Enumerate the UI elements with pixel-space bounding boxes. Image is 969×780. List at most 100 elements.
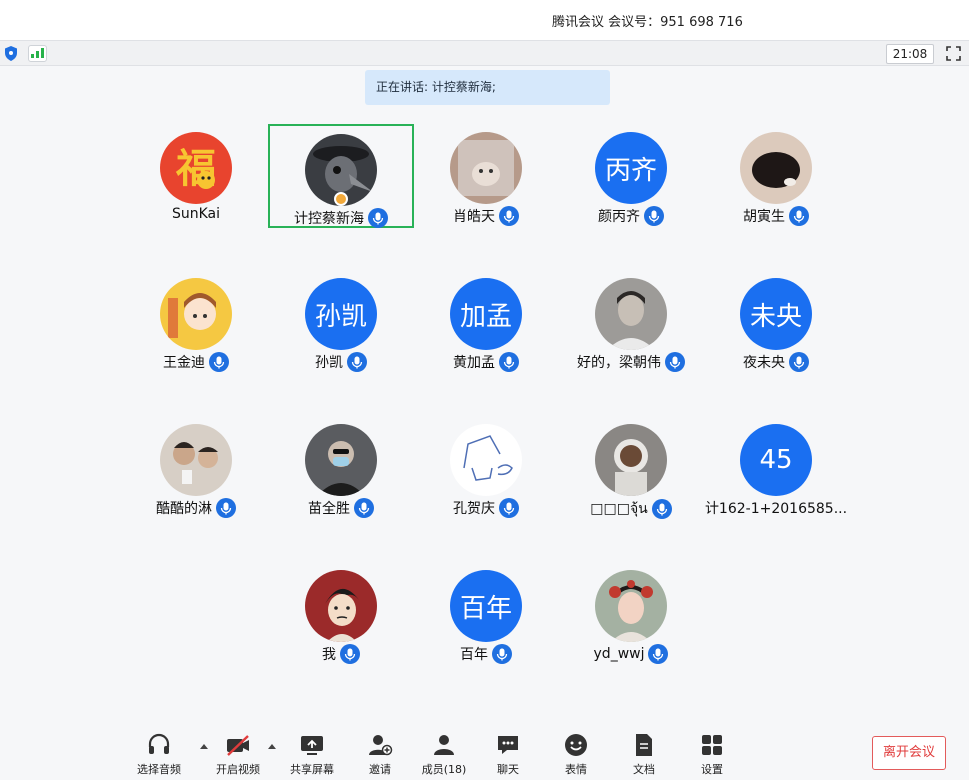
participant-name-row: 计162-1+2016585... bbox=[703, 498, 849, 518]
avatar bbox=[305, 424, 377, 496]
microphone-icon bbox=[340, 644, 360, 664]
participant-tile[interactable]: 王金迪 bbox=[123, 270, 269, 374]
participant-name-row: 计控蔡新海 bbox=[270, 208, 412, 228]
participant-name: 酷酷的淋 bbox=[156, 501, 212, 517]
avatar bbox=[595, 424, 667, 496]
chat-icon bbox=[498, 736, 518, 754]
participant-name: 好的，梁朝伟 bbox=[577, 355, 661, 371]
avatar bbox=[740, 132, 812, 204]
microphone-icon bbox=[665, 352, 685, 372]
docs-label: 文档 bbox=[633, 763, 655, 776]
participant-name: 苗全胜 bbox=[308, 501, 350, 517]
participant-name: 颜丙齐 bbox=[598, 209, 640, 225]
participant-name-row: 夜未央 bbox=[703, 352, 849, 372]
participant-tile[interactable]: 孙凯 孙凯 bbox=[268, 270, 414, 374]
members-label: 成员(18) bbox=[421, 763, 467, 776]
emoji-button[interactable]: 表情 bbox=[545, 732, 607, 777]
participant-tile[interactable]: 计控蔡新海 bbox=[268, 124, 414, 228]
participant-name-row: 孔贺庆 bbox=[413, 498, 559, 518]
participant-name: SunKai bbox=[171, 206, 221, 222]
leave-meeting-button[interactable]: 离开会议 bbox=[872, 736, 946, 770]
bottom-toolbar: 选择音频 开启视频 共享屏幕 邀请 成员(18) 聊天 表情 文档 设置 离开会… bbox=[0, 720, 969, 780]
microphone-icon bbox=[789, 352, 809, 372]
microphone-icon bbox=[216, 498, 236, 518]
audio-button[interactable]: 选择音频 bbox=[128, 732, 190, 777]
document-icon bbox=[636, 734, 652, 756]
video-caret-icon[interactable] bbox=[267, 742, 277, 750]
participant-tile[interactable]: 加孟 黄加孟 bbox=[413, 270, 559, 374]
settings-button[interactable]: 设置 bbox=[681, 732, 743, 777]
participant-tile[interactable]: 百年 百年 bbox=[413, 562, 559, 666]
video-label: 开启视频 bbox=[216, 763, 260, 776]
members-button[interactable]: 成员(18) bbox=[413, 732, 475, 777]
avatar bbox=[450, 424, 522, 496]
microphone-icon bbox=[368, 208, 388, 228]
participant-name-row: 肖皓天 bbox=[413, 206, 559, 226]
participant-tile[interactable]: 丙齐 颜丙齐 bbox=[558, 124, 704, 228]
avatar bbox=[595, 570, 667, 642]
participant-name-row: 百年 bbox=[413, 644, 559, 664]
participant-tile[interactable]: 好的，梁朝伟 bbox=[558, 270, 704, 374]
microphone-icon bbox=[492, 644, 512, 664]
participant-tile[interactable]: 胡寅生 bbox=[703, 124, 849, 228]
audio-label: 选择音频 bbox=[137, 763, 181, 776]
settings-label: 设置 bbox=[701, 763, 723, 776]
participant-tile[interactable]: 苗全胜 bbox=[268, 416, 414, 520]
share-screen-icon bbox=[301, 736, 323, 755]
share-screen-button[interactable]: 共享屏幕 bbox=[281, 732, 343, 777]
participant-name: 夜未央 bbox=[743, 355, 785, 371]
participant-tile[interactable]: yd_wwj bbox=[558, 562, 704, 666]
participant-tile[interactable]: 我 bbox=[268, 562, 414, 666]
participant-name: 孙凯 bbox=[315, 355, 343, 371]
participant-name: 百年 bbox=[460, 647, 488, 663]
participant-name-row: yd_wwj bbox=[558, 644, 704, 664]
participant-name-row: 酷酷的淋 bbox=[123, 498, 269, 518]
avatar bbox=[450, 132, 522, 204]
participant-tile[interactable]: 福 SunKai bbox=[123, 124, 269, 228]
participant-name: 黄加孟 bbox=[453, 355, 495, 371]
participant-tile[interactable]: 酷酷的淋 bbox=[123, 416, 269, 520]
participant-tile[interactable]: 肖皓天 bbox=[413, 124, 559, 228]
smile-icon bbox=[565, 734, 587, 756]
participant-name: 王金迪 bbox=[163, 355, 205, 371]
emoji-label: 表情 bbox=[565, 763, 587, 776]
participant-tile[interactable]: 未央 夜未央 bbox=[703, 270, 849, 374]
avatar: 未央 bbox=[740, 278, 812, 350]
participant-name-row: SunKai bbox=[123, 206, 269, 222]
microphone-icon bbox=[644, 206, 664, 226]
avatar: 孙凯 bbox=[305, 278, 377, 350]
participant-tile[interactable]: 孔贺庆 bbox=[413, 416, 559, 520]
chat-button[interactable]: 聊天 bbox=[477, 732, 539, 777]
video-button[interactable]: 开启视频 bbox=[207, 732, 269, 777]
avatar: 加孟 bbox=[450, 278, 522, 350]
participant-tile[interactable]: □□□จุ้น bbox=[558, 416, 704, 520]
microphone-icon bbox=[499, 498, 519, 518]
microphone-icon bbox=[499, 352, 519, 372]
invite-button[interactable]: 邀请 bbox=[349, 732, 411, 777]
cartoon-girl-icon bbox=[160, 278, 232, 350]
avatar: 丙齐 bbox=[595, 132, 667, 204]
microphone-icon bbox=[499, 206, 519, 226]
participant-name: 胡寅生 bbox=[743, 209, 785, 225]
settings-grid-icon bbox=[702, 735, 722, 755]
microphone-icon bbox=[648, 644, 669, 664]
cartoon-boy-icon bbox=[305, 570, 377, 642]
participant-name-row: 黄加孟 bbox=[413, 352, 559, 372]
avatar: 百年 bbox=[450, 570, 522, 642]
avatar bbox=[595, 278, 667, 350]
microphone-icon bbox=[789, 206, 809, 226]
video-off-icon bbox=[227, 735, 249, 756]
microphone-icon bbox=[347, 352, 367, 372]
participant-name-row: 苗全胜 bbox=[268, 498, 414, 518]
microphone-icon bbox=[209, 352, 229, 372]
participant-name: 计控蔡新海 bbox=[294, 211, 364, 227]
microphone-icon bbox=[354, 498, 374, 518]
docs-button[interactable]: 文档 bbox=[613, 732, 675, 777]
participant-grid: 福 SunKai 计控蔡新海 肖皓天 丙齐 颜丙齐 胡寅生 王金迪 孙凯 孙凯 加孟 黄加孟 好的，梁朝… bbox=[0, 0, 969, 720]
participant-tile[interactable]: 45 计162-1+2016585... bbox=[703, 416, 849, 520]
microphone-icon bbox=[651, 499, 672, 519]
participant-name: 我 bbox=[322, 647, 336, 663]
participant-name-row: 胡寅生 bbox=[703, 206, 849, 226]
participant-name-row: 颜丙齐 bbox=[558, 206, 704, 226]
participant-name: 孔贺庆 bbox=[453, 501, 495, 517]
